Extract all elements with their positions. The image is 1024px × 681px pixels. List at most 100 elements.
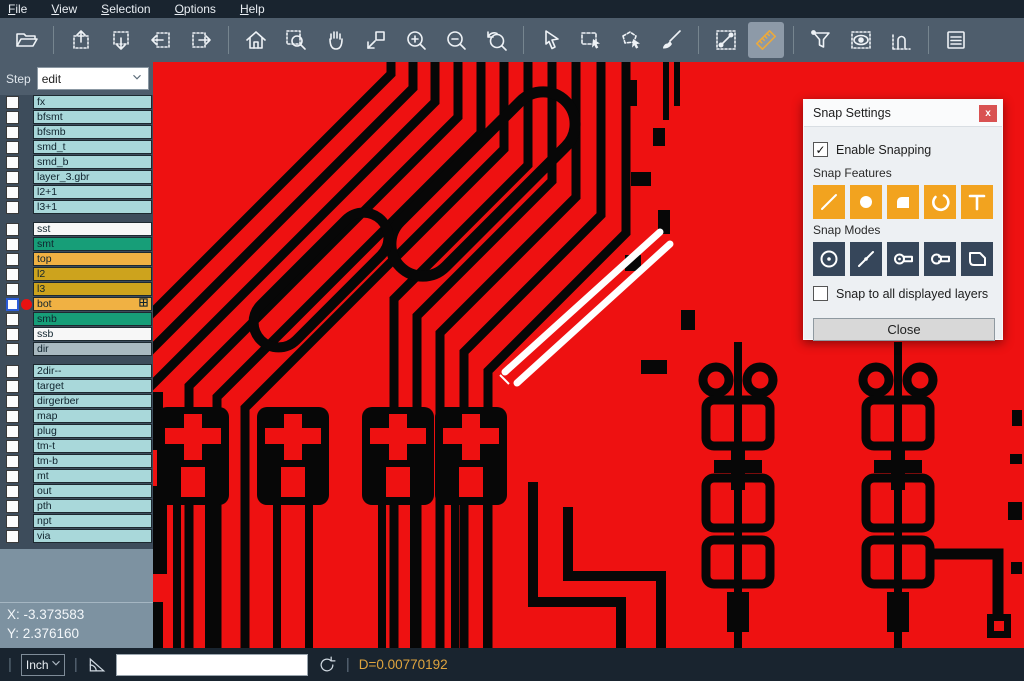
layer-visibility-checkbox[interactable] [6,283,19,296]
zoom-out-button[interactable] [438,22,474,58]
home-button[interactable] [238,22,274,58]
layer-visibility-checkbox[interactable] [6,530,19,543]
layer-name[interactable]: top [33,252,152,266]
layer-name[interactable]: smb [33,312,152,326]
layer-visibility-checkbox[interactable] [6,313,19,326]
layer-visibility-checkbox[interactable] [6,395,19,408]
layer-visibility-checkbox[interactable] [6,500,19,513]
layer-visibility-checkbox[interactable] [6,425,19,438]
layer-visibility-checkbox[interactable] [6,485,19,498]
layer-name[interactable]: smd_t [33,140,152,154]
layer-visibility-checkbox[interactable] [6,410,19,423]
enable-snapping-checkbox[interactable] [813,142,828,157]
layer-visibility-checkbox[interactable] [6,380,19,393]
layer-visibility-checkbox[interactable] [6,365,19,378]
close-icon[interactable]: x [979,105,997,122]
select-rect-button[interactable] [573,22,609,58]
menu-item-view[interactable]: View [51,2,77,16]
step-select[interactable]: edit [37,67,149,90]
send-left-button[interactable] [143,22,179,58]
zoom-previous-button[interactable] [478,22,514,58]
layer-name[interactable]: layer_3.gbr [33,170,152,184]
layer-name[interactable]: l2+1 [33,185,152,199]
layer-visibility-checkbox[interactable] [6,328,19,341]
layer-visibility-checkbox[interactable] [6,156,19,169]
layer-name[interactable]: dir [33,342,152,356]
layer-name[interactable]: map [33,409,152,423]
layer-name[interactable]: smd_b [33,155,152,169]
menu-item-selection[interactable]: Selection [101,2,150,16]
menu-item-file[interactable]: File [8,2,27,16]
layer-name[interactable]: 2dir-- [33,364,152,378]
layer-name[interactable]: sst [33,222,152,236]
layer-name[interactable]: target [33,379,152,393]
clear-brush-button[interactable] [653,22,689,58]
zoom-window-button[interactable] [358,22,394,58]
layer-name[interactable]: ssb [33,327,152,341]
snap-slot-key-button[interactable] [887,242,919,276]
layer-name[interactable]: l2 [33,267,152,281]
layer-visibility-checkbox[interactable] [6,111,19,124]
layer-name[interactable]: tm-b [33,454,152,468]
snap-text-button[interactable] [961,185,993,219]
layer-visibility-checkbox[interactable] [6,298,19,311]
layer-visibility-checkbox[interactable] [6,440,19,453]
menu-item-help[interactable]: Help [240,2,265,16]
snap-midpoint-button[interactable] [850,242,882,276]
layer-visibility-checkbox[interactable] [6,238,19,251]
layer-visibility-checkbox[interactable] [6,253,19,266]
layer-name[interactable]: dirgerber [33,394,152,408]
sync-icon[interactable] [317,655,337,675]
snap-line-button[interactable] [813,185,845,219]
zoom-in-button[interactable] [398,22,434,58]
snap-circle-button[interactable] [850,185,882,219]
select-button[interactable] [533,22,569,58]
layer-name[interactable]: fx [33,95,152,109]
select-poly-button[interactable] [613,22,649,58]
layer-visibility-checkbox[interactable] [6,470,19,483]
measure-line-button[interactable] [708,22,744,58]
snap-center-button[interactable] [813,242,845,276]
layer-visibility-checkbox[interactable] [6,96,19,109]
open-folder-button[interactable] [8,22,44,58]
view-eye-button[interactable] [843,22,879,58]
send-right-button[interactable] [183,22,219,58]
layer-visibility-checkbox[interactable] [6,223,19,236]
send-down-button[interactable] [103,22,139,58]
layer-name[interactable]: bfsmt [33,110,152,124]
snap-all-layers-checkbox[interactable] [813,286,828,301]
layer-name[interactable]: bfsmb [33,125,152,139]
report-button[interactable] [938,22,974,58]
snap-slot-outline-button[interactable] [924,242,956,276]
layer-name[interactable]: l3 [33,282,152,296]
snap-arc-button[interactable] [924,185,956,219]
snap-contour-button[interactable] [961,242,993,276]
layer-visibility-checkbox[interactable] [6,171,19,184]
layer-visibility-checkbox[interactable] [6,201,19,214]
layer-name[interactable]: npt [33,514,152,528]
layer-name[interactable]: smt [33,237,152,251]
menu-item-options[interactable]: Options [175,2,216,16]
ruler-button[interactable] [748,22,784,58]
filter-button[interactable] [803,22,839,58]
layer-name[interactable]: out [33,484,152,498]
layer-visibility-checkbox[interactable] [6,126,19,139]
layer-visibility-checkbox[interactable] [6,186,19,199]
layer-name[interactable]: mt [33,469,152,483]
snap-settings-button[interactable] [883,22,919,58]
layer-visibility-checkbox[interactable] [6,343,19,356]
layer-name[interactable]: plug [33,424,152,438]
command-input[interactable] [116,654,308,676]
layer-name[interactable]: l3+1 [33,200,152,214]
send-up-button[interactable] [63,22,99,58]
layer-visibility-checkbox[interactable] [6,515,19,528]
layer-name[interactable]: pth [33,499,152,513]
layer-name[interactable]: bot [33,297,152,311]
layer-name[interactable]: tm-t [33,439,152,453]
unit-select[interactable]: Inch [21,654,65,676]
zoom-area-button[interactable] [278,22,314,58]
close-button[interactable]: Close [813,318,995,341]
pan-hand-button[interactable] [318,22,354,58]
layer-visibility-checkbox[interactable] [6,455,19,468]
layer-visibility-checkbox[interactable] [6,268,19,281]
